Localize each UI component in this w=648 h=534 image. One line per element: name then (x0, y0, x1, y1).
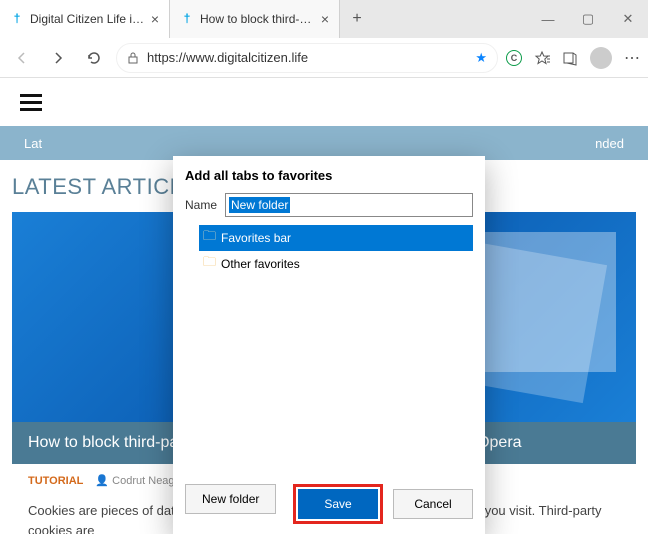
favorites-icon[interactable] (534, 50, 550, 66)
dialog-overlay: Add all tabs to favorites Name New folde… (0, 78, 648, 534)
folder-icon: 🗀 (203, 253, 216, 275)
back-button[interactable] (8, 44, 36, 72)
window-controls: — ▢ ✕ (528, 0, 648, 38)
minimize-icon[interactable]: — (528, 0, 568, 38)
refresh-button[interactable] (80, 44, 108, 72)
close-window-icon[interactable]: ✕ (608, 0, 648, 38)
lock-icon (127, 52, 139, 64)
dialog-title: Add all tabs to favorites (185, 168, 473, 183)
menu-icon[interactable]: ⋯ (624, 48, 640, 68)
favicon-icon: † (180, 12, 194, 26)
extension-icon[interactable]: C (506, 50, 522, 66)
name-label: Name (185, 198, 217, 212)
tree-item-label: Other favorites (221, 257, 300, 271)
svg-text:†: † (14, 12, 21, 26)
folder-tree[interactable]: 🗀 Favorites bar 🗀 Other favorites (185, 225, 473, 474)
name-input[interactable]: New folder (225, 193, 473, 217)
favicon-icon: † (10, 12, 24, 26)
tree-item-other-favorites[interactable]: 🗀 Other favorites (199, 251, 473, 277)
cancel-button[interactable]: Cancel (393, 489, 473, 519)
new-tab-button[interactable]: + (340, 0, 374, 38)
toolbar: https://www.digitalcitizen.life ★ C ⋯ (0, 38, 648, 78)
tree-item-label: Favorites bar (221, 231, 291, 245)
titlebar: † Digital Citizen Life in a digital wo ×… (0, 0, 648, 38)
tree-item-favorites-bar[interactable]: 🗀 Favorites bar (199, 225, 473, 251)
favorites-dialog: Add all tabs to favorites Name New folde… (173, 156, 485, 534)
maximize-icon[interactable]: ▢ (568, 0, 608, 38)
url-text: https://www.digitalcitizen.life (147, 50, 475, 65)
new-folder-button[interactable]: New folder (185, 484, 276, 514)
favorite-star-icon[interactable]: ★ (475, 50, 487, 66)
dialog-buttons: New folder Save Cancel (185, 484, 473, 524)
forward-button[interactable] (44, 44, 72, 72)
tab-title: Digital Citizen Life in a digital wo (30, 12, 145, 26)
toolbar-right: C ⋯ (506, 47, 640, 69)
tab-title: How to block third-party cookies (200, 12, 315, 26)
folder-icon: 🗀 (203, 227, 216, 249)
save-button[interactable]: Save (298, 489, 378, 519)
address-bar[interactable]: https://www.digitalcitizen.life ★ (116, 43, 498, 73)
svg-text:†: † (184, 12, 191, 26)
tab-0[interactable]: † Digital Citizen Life in a digital wo × (0, 0, 170, 38)
profile-avatar[interactable] (590, 47, 612, 69)
close-icon[interactable]: × (151, 11, 159, 27)
tab-1[interactable]: † How to block third-party cookies × (170, 0, 340, 38)
collections-icon[interactable] (562, 50, 578, 66)
save-highlight: Save (293, 484, 383, 524)
page-content: Lat nded LATEST ARTICLE How to block thi… (0, 78, 648, 534)
name-row: Name New folder (185, 193, 473, 217)
close-icon[interactable]: × (321, 11, 329, 27)
